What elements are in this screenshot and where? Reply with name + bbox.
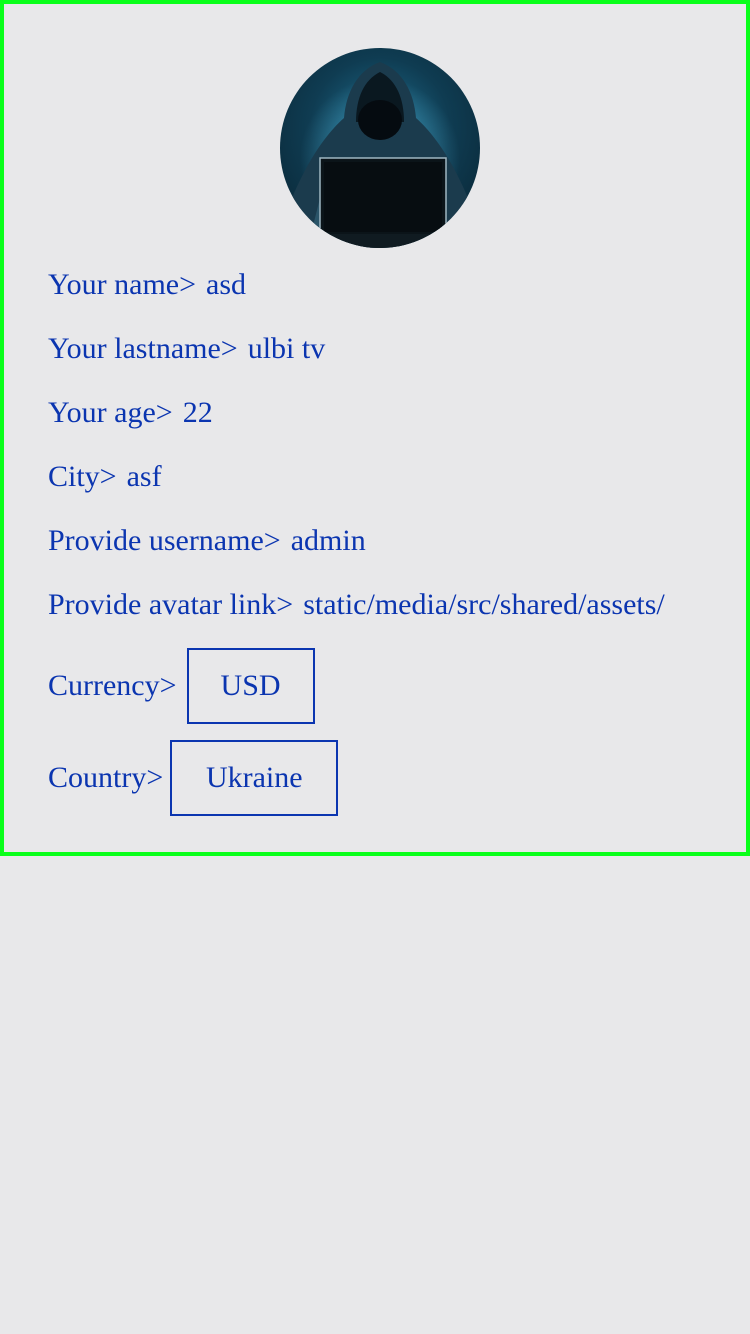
name-input[interactable]: asd bbox=[206, 268, 246, 302]
profile-card: Your name> asd Your lastname> ulbi tv Yo… bbox=[0, 0, 750, 856]
age-input[interactable]: 22 bbox=[183, 396, 213, 430]
name-row: Your name> asd bbox=[48, 268, 246, 302]
currency-label: Currency> bbox=[48, 669, 177, 702]
name-label: Your name> bbox=[48, 268, 197, 301]
avatar-link-row: Provide avatar link> static/media/src/sh… bbox=[48, 588, 685, 622]
country-label: Country> bbox=[48, 761, 164, 794]
username-input[interactable]: admin bbox=[291, 524, 366, 558]
age-row: Your age> 22 bbox=[48, 396, 213, 430]
lastname-row: Your lastname> ulbi tv bbox=[48, 332, 325, 366]
city-input[interactable]: asf bbox=[127, 460, 162, 494]
country-row: Country> Ukraine bbox=[48, 740, 339, 816]
lastname-label: Your lastname> bbox=[48, 332, 238, 365]
currency-row: Currency> USD bbox=[48, 648, 315, 724]
hooded-hacker-image bbox=[280, 48, 480, 248]
city-label: City> bbox=[48, 460, 117, 493]
country-select[interactable]: Ukraine bbox=[170, 740, 339, 816]
city-row: City> asf bbox=[48, 460, 162, 494]
username-label: Provide username> bbox=[48, 524, 281, 557]
lastname-input[interactable]: ulbi tv bbox=[248, 332, 326, 366]
currency-select[interactable]: USD bbox=[186, 648, 315, 724]
avatar-link-label: Provide avatar link> bbox=[48, 588, 294, 621]
username-row: Provide username> admin bbox=[48, 524, 366, 558]
avatar-link-input[interactable]: static/media/src/shared/assets/ bbox=[303, 588, 685, 622]
avatar bbox=[280, 48, 480, 248]
age-label: Your age> bbox=[48, 396, 173, 429]
